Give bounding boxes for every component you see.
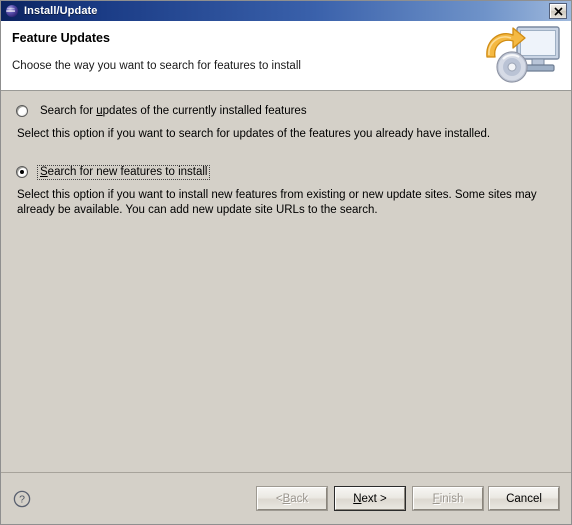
back-button[interactable]: < Back: [257, 487, 327, 510]
radio-row-search-new-features[interactable]: Search for new features to install: [16, 165, 557, 180]
radio-row-search-updates[interactable]: Search for updates of the currently inst…: [16, 104, 557, 119]
dialog-footer: ? < Back Next > Finish Cancel: [1, 472, 571, 524]
radio-label-search-updates[interactable]: Search for updates of the currently inst…: [37, 104, 310, 119]
finish-button[interactable]: Finish: [413, 487, 483, 510]
title-bar[interactable]: Install/Update: [1, 1, 571, 21]
description-search-updates: Select this option if you want to search…: [17, 128, 491, 140]
install-update-dialog: Install/Update Feature Updates Choose th…: [0, 0, 572, 525]
close-icon: [553, 6, 563, 16]
next-button[interactable]: Next >: [335, 487, 405, 510]
wizard-header: Feature Updates Choose the way you want …: [1, 21, 571, 91]
mnemonic-underline: F: [432, 492, 440, 505]
svg-text:?: ?: [19, 493, 25, 505]
close-button[interactable]: [549, 3, 567, 19]
radio-label-search-new-features[interactable]: Search for new features to install: [37, 165, 211, 180]
radio-search-new-features[interactable]: [16, 166, 28, 178]
option-group-search-updates: Search for updates of the currently inst…: [16, 104, 557, 142]
mnemonic-underline: S: [40, 166, 48, 178]
mnemonic-underline: B: [282, 492, 291, 505]
radio-search-updates[interactable]: [16, 105, 28, 117]
monitor-cd-update-icon: [473, 23, 565, 89]
button-row: < Back Next > Finish Cancel: [257, 487, 559, 510]
help-question-icon[interactable]: ?: [13, 490, 31, 508]
window-title: Install/Update: [24, 5, 98, 17]
eclipse-globe-icon: [5, 4, 19, 18]
description-search-new-features: Select this option if you want to instal…: [17, 189, 537, 216]
option-group-search-new-features: Search for new features to install Selec…: [16, 165, 557, 218]
wizard-body: Search for updates of the currently inst…: [1, 91, 571, 472]
cancel-button[interactable]: Cancel: [489, 487, 559, 510]
mnemonic-underline: N: [353, 492, 362, 505]
